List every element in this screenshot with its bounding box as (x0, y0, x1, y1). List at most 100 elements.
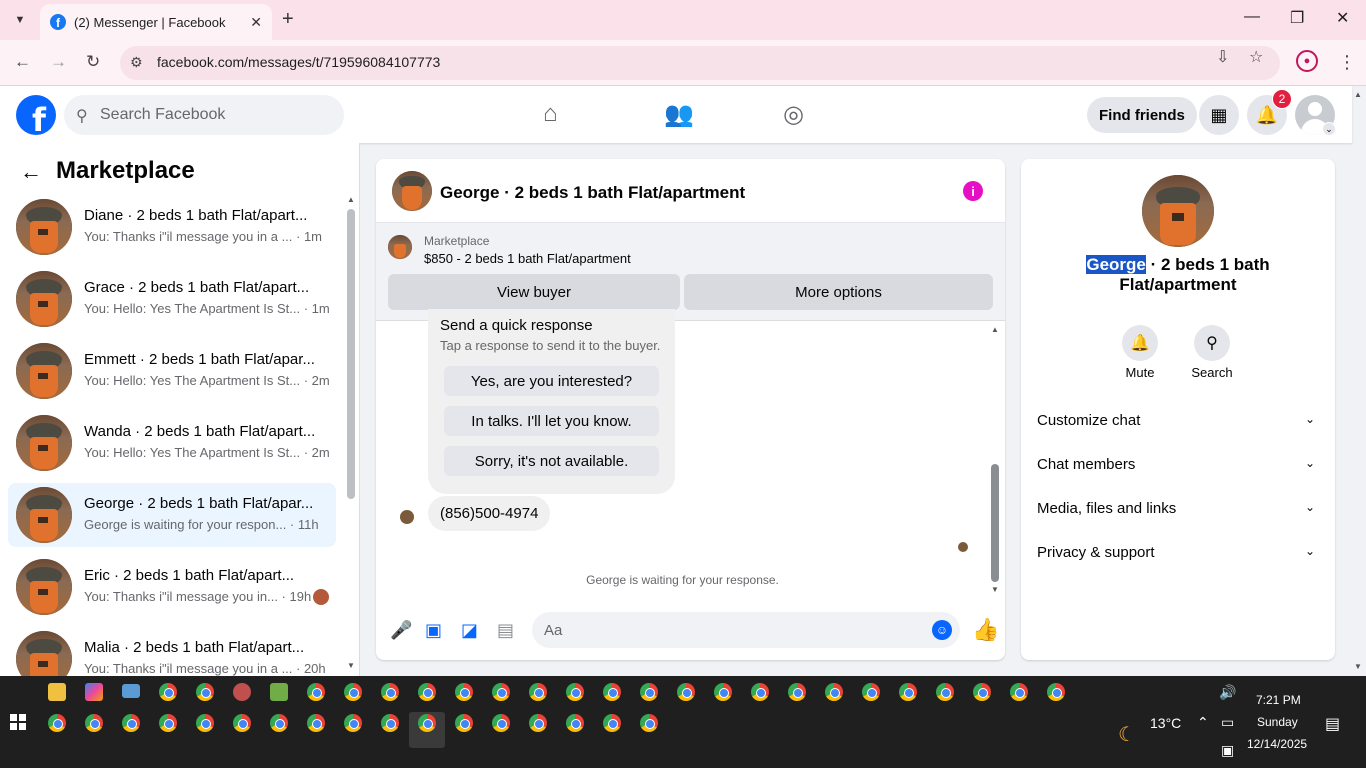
message-composer[interactable] (532, 612, 960, 648)
quick-response-option[interactable]: Yes, are you interested? (444, 366, 659, 396)
message-bubble[interactable]: (856)500-4974 (428, 496, 551, 531)
mute-bell-icon[interactable]: 🔔 (1122, 325, 1158, 361)
message-input[interactable] (544, 612, 914, 648)
sticker-icon[interactable]: ◪ (461, 620, 478, 641)
chrome-icon[interactable] (455, 683, 473, 701)
scroll-down-arrow-icon[interactable]: ▼ (347, 661, 355, 670)
new-tab-button[interactable]: + (282, 9, 294, 29)
page-scroll-down-icon[interactable]: ▼ (1354, 662, 1362, 671)
emoji-icon[interactable]: ☺ (932, 620, 952, 640)
show-hidden-icons-icon[interactable]: ⌃ (1197, 714, 1209, 731)
chrome-icon[interactable] (196, 683, 214, 701)
chrome-icon[interactable] (603, 683, 621, 701)
section-media-files-links[interactable]: Media, files and links ⌄ (1037, 500, 1319, 524)
install-app-icon[interactable]: ⇩ (1216, 47, 1229, 67)
chrome-icon[interactable] (714, 683, 732, 701)
search-icon[interactable]: ⚲ (1194, 325, 1230, 361)
notification-center-icon[interactable]: ▤ (1325, 714, 1340, 734)
chrome-icon[interactable] (566, 714, 584, 732)
find-friends-button[interactable]: Find friends (1087, 97, 1197, 133)
windows-start-icon[interactable] (10, 714, 26, 730)
chrome-icon[interactable] (196, 714, 214, 732)
chrome-icon[interactable] (825, 683, 843, 701)
chrome-icon[interactable] (492, 683, 510, 701)
gif-icon[interactable]: ▤ (497, 620, 514, 641)
app-icon[interactable] (270, 683, 288, 701)
copilot-icon[interactable] (85, 683, 103, 701)
microphone-icon[interactable]: 🎤 (390, 620, 412, 641)
chrome-icon[interactable] (270, 714, 288, 732)
paint-icon[interactable] (233, 683, 251, 701)
conversation-item-grace[interactable]: Grace · 2 beds 1 bath Flat/apart... You:… (8, 267, 336, 331)
chrome-icon[interactable] (973, 683, 991, 701)
avatar[interactable] (392, 171, 432, 211)
conversation-item-emmett[interactable]: Emmett · 2 beds 1 bath Flat/apar... You:… (8, 339, 336, 403)
facebook-logo[interactable]: f (16, 95, 56, 135)
chrome-icon[interactable] (159, 683, 177, 701)
conversation-item-malia[interactable]: Malia · 2 beds 1 bath Flat/apart... You:… (8, 627, 336, 676)
attach-photo-icon[interactable]: ▣ (425, 620, 442, 641)
chrome-icon[interactable] (936, 683, 954, 701)
url-text[interactable]: facebook.com/messages/t/719596084107773 (157, 54, 440, 70)
chrome-icon[interactable] (640, 683, 658, 701)
scroll-down-arrow-icon[interactable]: ▼ (991, 585, 999, 594)
file-explorer-icon[interactable] (48, 683, 66, 701)
bookmark-star-icon[interactable]: ☆ (1249, 47, 1263, 67)
back-arrow-icon[interactable]: ← (20, 159, 42, 185)
tab-close-icon[interactable]: ✕ (250, 14, 262, 31)
chrome-icon[interactable] (677, 683, 695, 701)
network-icon[interactable]: ▣ (1221, 742, 1234, 759)
thumbs-up-icon[interactable]: 👍 (972, 617, 999, 643)
groups-icon[interactable]: ◎ (783, 100, 804, 129)
chrome-icon[interactable] (381, 714, 399, 732)
clock-time[interactable]: 7:21 PM (1256, 693, 1301, 707)
url-omnibox[interactable]: ⚙ facebook.com/messages/t/71959608410777… (120, 46, 1280, 80)
restore-icon[interactable]: ❐ (1290, 8, 1304, 28)
weather-moon-icon[interactable]: ☾ (1118, 722, 1136, 747)
chrome-icon[interactable] (307, 683, 325, 701)
chrome-icon[interactable] (751, 683, 769, 701)
facebook-search[interactable]: ⚲ (64, 95, 344, 135)
chrome-icon[interactable] (381, 683, 399, 701)
chrome-icon[interactable] (492, 714, 510, 732)
chrome-icon[interactable] (418, 714, 436, 732)
chrome-icon[interactable] (344, 714, 362, 732)
chat-scrollbar[interactable] (991, 464, 999, 582)
chrome-icon[interactable] (344, 683, 362, 701)
listing-title[interactable]: $850 - 2 beds 1 bath Flat/apartment (424, 251, 631, 266)
quick-response-option[interactable]: In talks. I'll let you know. (444, 406, 659, 436)
reload-icon[interactable]: ↻ (86, 52, 100, 72)
sidebar-scrollbar[interactable] (347, 209, 355, 499)
minimize-icon[interactable]: — (1244, 8, 1260, 26)
facebook-search-input[interactable] (100, 95, 330, 135)
menu-grid-icon[interactable]: ▦ (1199, 95, 1239, 135)
section-privacy-support[interactable]: Privacy & support ⌄ (1037, 544, 1319, 568)
conversation-item-diane[interactable]: Diane · 2 beds 1 bath Flat/apart... You:… (8, 195, 336, 259)
info-icon[interactable]: i (963, 181, 983, 201)
chrome-icon[interactable] (788, 683, 806, 701)
section-customize-chat[interactable]: Customize chat ⌄ (1037, 412, 1319, 436)
chrome-icon[interactable] (899, 683, 917, 701)
battery-icon[interactable]: ▭ (1221, 714, 1234, 731)
chat-title[interactable]: George · 2 beds 1 bath Flat/apartment (440, 183, 745, 203)
browser-menu-icon[interactable]: ⋮ (1338, 52, 1356, 73)
chrome-icon[interactable] (233, 714, 251, 732)
tab-search-button[interactable]: ▼ (8, 9, 32, 31)
browser-profile-icon[interactable]: ● (1296, 50, 1318, 72)
chrome-icon[interactable] (159, 714, 177, 732)
browser-tab-messenger[interactable]: f (2) Messenger | Facebook ✕ (40, 4, 272, 40)
account-chevron-down-icon[interactable]: ⌄ (1322, 122, 1336, 136)
back-arrow-icon[interactable]: ← (14, 52, 31, 72)
chrome-icon[interactable] (1010, 683, 1028, 701)
weather-temperature[interactable]: 13°C (1150, 715, 1181, 731)
chrome-icon[interactable] (529, 714, 547, 732)
chrome-icon[interactable] (862, 683, 880, 701)
chrome-icon[interactable] (603, 714, 621, 732)
chrome-icon[interactable] (122, 714, 140, 732)
volume-icon[interactable]: 🔊 (1219, 684, 1236, 701)
friends-icon[interactable]: 👥 (664, 100, 694, 129)
forward-arrow-icon[interactable]: → (50, 52, 67, 72)
chrome-icon[interactable] (85, 714, 103, 732)
scroll-up-arrow-icon[interactable]: ▲ (991, 325, 999, 334)
more-options-button[interactable]: More options (684, 274, 993, 310)
